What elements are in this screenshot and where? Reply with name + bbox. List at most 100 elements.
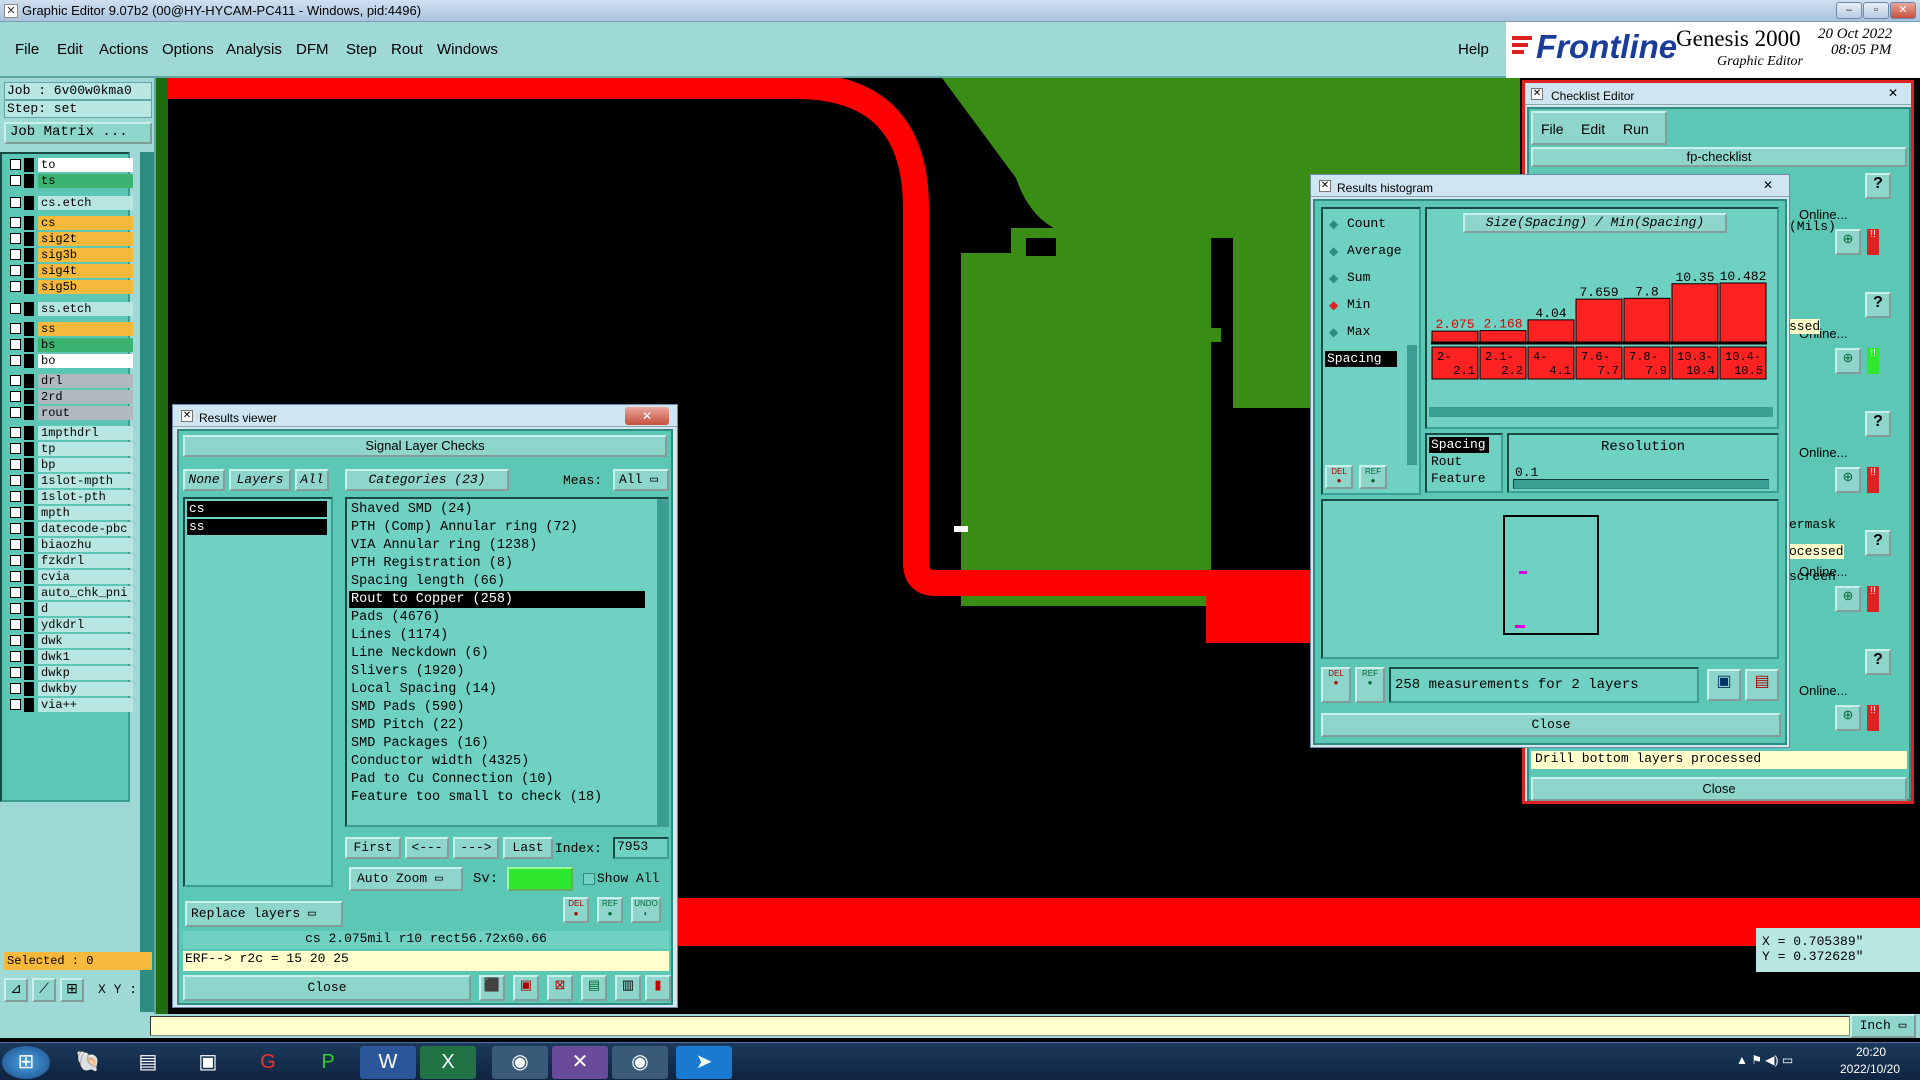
chart-scrollbar[interactable] <box>1429 407 1773 417</box>
results-viewer-close-button[interactable]: Close <box>183 975 471 1001</box>
category-item[interactable]: Local Spacing (14) <box>349 681 645 698</box>
layer-row-sig4t[interactable]: sig4t <box>10 264 133 278</box>
checklist-menu-edit[interactable]: Edit <box>1581 121 1605 137</box>
layer-row-mpth[interactable]: mpth <box>10 506 133 520</box>
option-min[interactable]: ◆ Min <box>1327 296 1417 316</box>
hist-side-del-icon[interactable]: DEL ● <box>1325 465 1353 489</box>
hist-export-icon[interactable]: ▣ <box>1707 669 1741 701</box>
layer-row-dwkp[interactable]: dwkp <box>10 666 133 680</box>
layer-row-tp[interactable]: tp <box>10 442 133 456</box>
histogram-bar[interactable] <box>1431 330 1479 344</box>
layer-row-d[interactable]: d <box>10 602 133 616</box>
prev-button[interactable]: <--- <box>405 837 449 859</box>
layer-checkbox[interactable] <box>10 651 21 662</box>
layer-checkbox[interactable] <box>10 265 21 276</box>
category-item[interactable]: Pads (4676) <box>349 609 645 626</box>
lower-list-item[interactable]: Feature <box>1429 471 1489 487</box>
layers-button[interactable]: Layers <box>229 469 291 491</box>
layer-checkbox[interactable] <box>10 323 21 334</box>
measure-list-item[interactable]: Spacing <box>1325 351 1397 367</box>
none-button[interactable]: None <box>183 469 225 491</box>
menu-options[interactable]: Options <box>162 41 214 58</box>
close-window-button[interactable]: ✕ <box>1890 2 1916 19</box>
start-button[interactable]: ⊞ <box>2 1046 50 1079</box>
grid-tool-icon[interactable]: ⊞ <box>60 978 84 1002</box>
lower-list-item[interactable]: Spacing <box>1429 437 1489 453</box>
histogram-bar[interactable] <box>1575 298 1623 344</box>
taskbar-notepad-icon[interactable]: ▤ <box>120 1046 176 1079</box>
layer-row-cs-etch[interactable]: cs.etch <box>10 196 133 210</box>
category-item[interactable]: Slivers (1920) <box>349 663 645 680</box>
taskbar-arrow-icon[interactable]: ➤ <box>676 1046 732 1079</box>
layer-row-drl[interactable]: drl <box>10 374 133 388</box>
category-item[interactable]: Pad to Cu Connection (10) <box>349 771 645 788</box>
layer-row-dwk1[interactable]: dwk1 <box>10 650 133 664</box>
results-viewer-close-icon[interactable]: ✕ <box>625 407 669 425</box>
online-button[interactable]: Online... <box>1799 445 1847 460</box>
category-item[interactable]: SMD Pitch (22) <box>349 717 645 734</box>
zoom-icon[interactable]: ⊕ <box>1835 348 1861 374</box>
layer-row-via-[interactable]: via++ <box>10 698 133 712</box>
option-sum[interactable]: ◆ Sum <box>1327 269 1417 289</box>
result-layer-item[interactable]: ss <box>187 519 327 535</box>
taskbar-eye-icon[interactable]: ◉ <box>492 1046 548 1079</box>
layer-row-biaozhu[interactable]: biaozhu <box>10 538 133 552</box>
layer-row-2rd[interactable]: 2rd <box>10 390 133 404</box>
auto-zoom-select[interactable]: Auto Zoom ▭ <box>349 867 463 891</box>
menu-analysis[interactable]: Analysis <box>226 41 282 58</box>
layer-row-ss[interactable]: ss <box>10 322 133 336</box>
layer-checkbox[interactable] <box>10 667 21 678</box>
taskbar-excel-icon[interactable]: X <box>420 1046 476 1079</box>
checklist-menu-file[interactable]: File <box>1541 121 1564 137</box>
layer-row-ss-etch[interactable]: ss.etch <box>10 302 133 316</box>
category-item[interactable]: PTH Registration (8) <box>349 555 645 572</box>
layer-checkbox[interactable] <box>10 233 21 244</box>
layer-row-cvia[interactable]: cvia <box>10 570 133 584</box>
layer-checkbox[interactable] <box>10 603 21 614</box>
layer-checkbox[interactable] <box>10 635 21 646</box>
resolution-slider[interactable] <box>1513 479 1769 489</box>
layer-row-sig3b[interactable]: sig3b <box>10 248 133 262</box>
layer-checkbox[interactable] <box>10 523 21 534</box>
tool-icon-1[interactable]: ⬛ <box>479 975 505 1001</box>
ref-icon[interactable]: REF ● <box>597 897 623 923</box>
layer-row-dwk[interactable]: dwk <box>10 634 133 648</box>
zoom-icon[interactable]: ⊕ <box>1835 229 1861 255</box>
histogram-icon[interactable]: ▮ <box>645 975 671 1001</box>
layer-checkbox[interactable] <box>10 587 21 598</box>
category-item[interactable]: Spacing length (66) <box>349 573 645 590</box>
layer-checkbox[interactable] <box>10 175 21 186</box>
histogram-bar[interactable] <box>1671 283 1719 344</box>
layer-checkbox[interactable] <box>10 683 21 694</box>
tray-icons[interactable]: ▲ ⚑ ◀) ▭ <box>1736 1053 1793 1067</box>
sv-color-select[interactable] <box>507 867 573 891</box>
category-item[interactable]: Feature too small to check (18) <box>349 789 645 806</box>
layer-row-datecode-pbc[interactable]: datecode-pbc <box>10 522 133 536</box>
layer-checkbox[interactable] <box>10 197 21 208</box>
result-layer-item[interactable]: cs <box>187 501 327 517</box>
histogram-bar[interactable] <box>1479 330 1527 344</box>
menu-rout[interactable]: Rout <box>391 41 423 58</box>
layer-checkbox[interactable] <box>10 443 21 454</box>
layer-row-sig5b[interactable]: sig5b <box>10 280 133 294</box>
option-radio-icon[interactable]: ◆ <box>1329 325 1338 339</box>
option-radio-icon[interactable]: ◆ <box>1329 298 1338 312</box>
menu-actions[interactable]: Actions <box>99 41 148 58</box>
all-button[interactable]: All <box>295 469 329 491</box>
layer-checkbox[interactable] <box>10 339 21 350</box>
job-matrix-button[interactable]: Job Matrix ... <box>4 122 152 144</box>
layer-row-to[interactable]: to <box>10 158 133 172</box>
menu-step[interactable]: Step <box>346 41 377 58</box>
tool-icon-5[interactable]: ▥ <box>615 975 641 1001</box>
hist-side-ref-icon[interactable]: REF ● <box>1359 465 1387 489</box>
layer-row-fzkdrl[interactable]: fzkdrl <box>10 554 133 568</box>
sidebar-scrollbar[interactable] <box>140 152 154 1012</box>
layer-checkbox[interactable] <box>10 391 21 402</box>
option-average[interactable]: ◆ Average <box>1327 242 1417 262</box>
category-item[interactable]: VIA Annular ring (1238) <box>349 537 645 554</box>
layer-checkbox[interactable] <box>10 619 21 630</box>
category-item[interactable]: SMD Pads (590) <box>349 699 645 716</box>
replace-layers-select[interactable]: Replace layers ▭ <box>185 901 343 927</box>
help-icon[interactable]: ? <box>1865 173 1891 199</box>
layer-checkbox[interactable] <box>10 427 21 438</box>
